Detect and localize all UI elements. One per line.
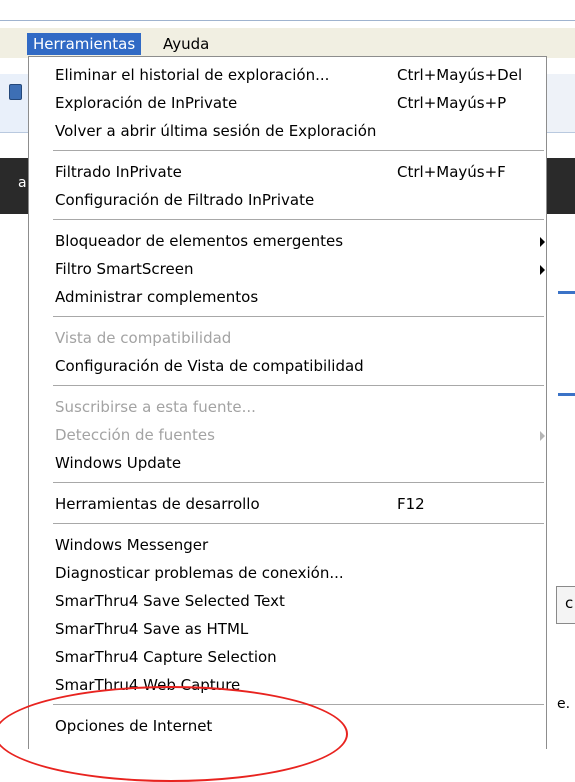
- menu-item-label: SmarThru4 Save as HTML: [55, 620, 249, 638]
- menu-item[interactable]: Opciones de Internet: [55, 712, 546, 740]
- menu-item[interactable]: Filtro SmartScreen: [55, 255, 546, 283]
- menu-separator: [53, 704, 544, 706]
- menu-item: Vista de compatibilidad: [55, 324, 546, 352]
- background-text: e.: [557, 696, 571, 712]
- menu-item-label: Administrar complementos: [55, 288, 259, 306]
- window-top-strip: [0, 0, 575, 22]
- menu-ayuda[interactable]: Ayuda: [157, 33, 215, 55]
- menu-item-label: Herramientas de desarrollo: [55, 495, 260, 513]
- menu-item-label: Eliminar el historial de exploración...: [55, 66, 330, 84]
- herramientas-dropdown-menu: Eliminar el historial de exploración... C…: [28, 56, 547, 749]
- page-icon: [9, 84, 22, 100]
- submenu-arrow-icon: [540, 265, 545, 275]
- menu-item[interactable]: Eliminar el historial de exploración... C…: [55, 61, 546, 89]
- menu-item[interactable]: Filtrado InPrivate Ctrl+Mayús+F: [55, 158, 546, 186]
- menu-item[interactable]: Windows Messenger: [55, 531, 546, 559]
- menu-item[interactable]: SmarThru4 Save Selected Text: [55, 587, 546, 615]
- menu-item[interactable]: SmarThru4 Save as HTML: [55, 615, 546, 643]
- menu-item-label: Configuración de Vista de compatibilidad: [55, 357, 364, 375]
- menu-separator: [53, 219, 544, 221]
- menu-item-shortcut: Ctrl+Mayús+P: [397, 94, 507, 112]
- menu-separator: [53, 385, 544, 387]
- submenu-arrow-icon: [540, 431, 545, 441]
- menu-item-label: Vista de compatibilidad: [55, 329, 232, 347]
- menu-item-label: Diagnosticar problemas de conexión...: [55, 564, 344, 582]
- menu-item-label: Exploración de InPrivate: [55, 94, 238, 112]
- menu-separator: [53, 482, 544, 484]
- menu-item-label: Windows Update: [55, 454, 182, 472]
- menu-separator: [53, 316, 544, 318]
- background-left-toolbar: [0, 74, 28, 133]
- menu-item: Detección de fuentes: [55, 421, 546, 449]
- menu-item-label: Configuración de Filtrado InPrivate: [55, 191, 315, 209]
- menu-item-label: Detección de fuentes: [55, 426, 215, 444]
- menu-item-label: SmarThru4 Capture Selection: [55, 648, 277, 666]
- menu-item[interactable]: Configuración de Filtrado InPrivate: [55, 186, 546, 214]
- background-dark-band-right: [547, 158, 575, 214]
- menu-item-label: Opciones de Internet: [55, 717, 213, 735]
- menu-item-label: Volver a abrir última sesión de Explorac…: [55, 122, 377, 140]
- background-right-toolbar: [547, 74, 575, 133]
- menu-item[interactable]: Bloqueador de elementos emergentes: [55, 227, 546, 255]
- menu-item[interactable]: SmarThru4 Capture Selection: [55, 643, 546, 671]
- menu-item[interactable]: Windows Update: [55, 449, 546, 477]
- menu-item: Suscribirse a esta fuente...: [55, 393, 546, 421]
- background-button-label: c: [565, 594, 574, 612]
- background-blue-line: [558, 393, 575, 396]
- menu-item[interactable]: Exploración de InPrivate Ctrl+Mayús+P: [55, 89, 546, 117]
- menu-item-shortcut: Ctrl+Mayús+F: [397, 163, 506, 181]
- menu-item-label: Suscribirse a esta fuente...: [55, 398, 256, 416]
- menu-item-label: SmarThru4 Save Selected Text: [55, 592, 285, 610]
- menu-item[interactable]: Diagnosticar problemas de conexión...: [55, 559, 546, 587]
- menu-item[interactable]: Configuración de Vista de compatibilidad: [55, 352, 546, 380]
- window-top-border: [0, 20, 575, 21]
- menu-herramientas[interactable]: Herramientas: [27, 33, 142, 55]
- menu-separator: [53, 150, 544, 152]
- menu-item-label: Filtro SmartScreen: [55, 260, 194, 278]
- menu-item-shortcut: F12: [397, 495, 425, 513]
- menu-item-shortcut: Ctrl+Mayús+Del: [397, 66, 523, 84]
- menu-item[interactable]: SmarThru4 Web Capture: [55, 671, 546, 699]
- menu-item-label: Bloqueador de elementos emergentes: [55, 232, 344, 250]
- menu-separator: [53, 523, 544, 525]
- background-left-glyph: a: [18, 175, 27, 191]
- menu-item[interactable]: Administrar complementos: [55, 283, 546, 311]
- menu-item-label: Windows Messenger: [55, 536, 209, 554]
- menu-item-label: Filtrado InPrivate: [55, 163, 182, 181]
- background-blue-line: [558, 291, 575, 294]
- submenu-arrow-icon: [540, 237, 545, 247]
- menu-item-label: SmarThru4 Web Capture: [55, 676, 241, 694]
- menu-item[interactable]: Volver a abrir última sesión de Explorac…: [55, 117, 546, 145]
- menu-item[interactable]: Herramientas de desarrollo F12: [55, 490, 546, 518]
